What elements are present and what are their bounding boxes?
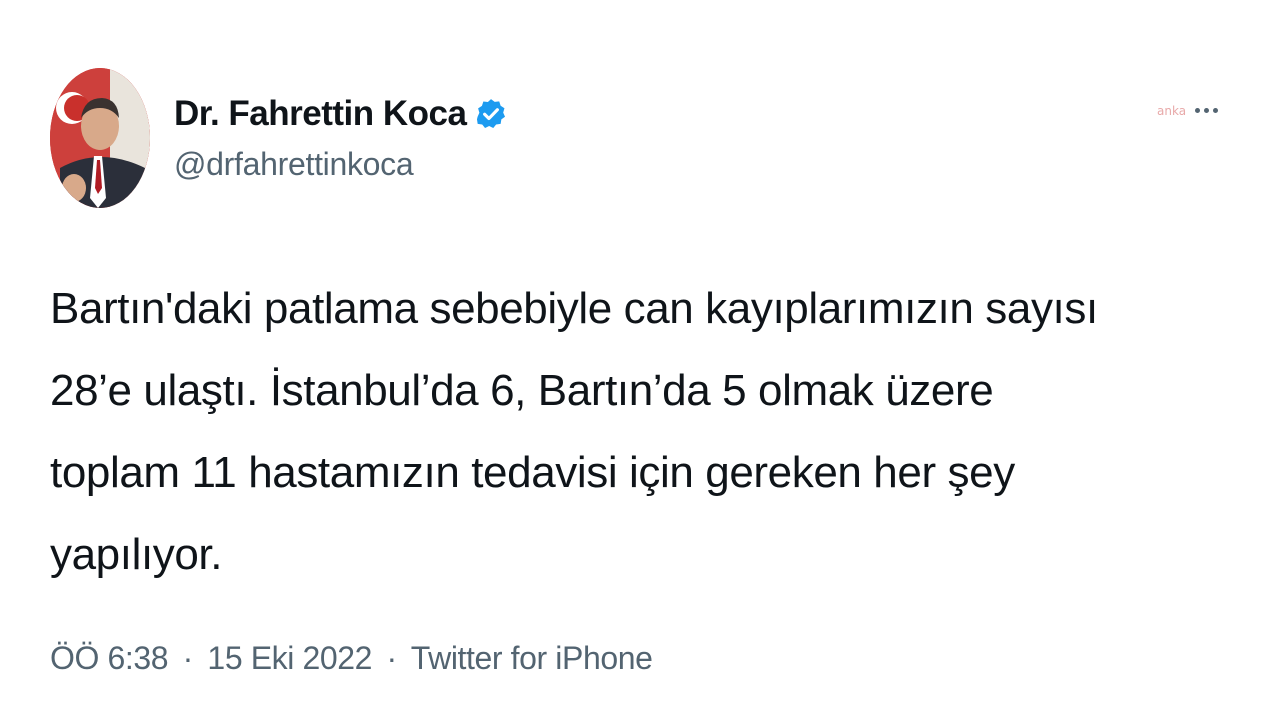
tweet-meta: ÖÖ 6:38 · 15 Eki 2022 · Twitter for iPho… bbox=[50, 640, 653, 677]
tweet-text: Bartın'daki patlama sebebiyle can kayıpl… bbox=[50, 268, 1230, 596]
tweet-header: Dr. Fahrettin Koca @drfahrettinkoca bbox=[50, 68, 508, 208]
author-display-name[interactable]: Dr. Fahrettin Koca bbox=[174, 94, 467, 134]
tweet-text-line: 28’e ulaştı. İstanbul’da 6, Bartın’da 5 … bbox=[50, 366, 994, 415]
meta-separator: · bbox=[182, 640, 194, 676]
avatar[interactable] bbox=[50, 68, 150, 208]
verified-badge-icon bbox=[474, 97, 508, 131]
meta-separator: · bbox=[386, 640, 398, 676]
tweet-text-line: Bartın'daki patlama sebebiyle can kayıpl… bbox=[50, 284, 1098, 333]
tweet-date[interactable]: 15 Eki 2022 bbox=[207, 640, 372, 676]
avatar-image bbox=[50, 68, 150, 208]
tweet-text-line: yapılıyor. bbox=[50, 530, 223, 579]
name-row: Dr. Fahrettin Koca bbox=[174, 94, 508, 134]
tweet-text-line: toplam 11 hastamızın tedavisi için gerek… bbox=[50, 448, 1015, 497]
more-options-button[interactable] bbox=[1158, 96, 1218, 124]
tweet-card: Dr. Fahrettin Koca @drfahrettinkoca anka… bbox=[0, 0, 1280, 720]
tweet-source[interactable]: Twitter for iPhone bbox=[411, 640, 653, 676]
tweet-time[interactable]: ÖÖ 6:38 bbox=[50, 640, 169, 676]
author-handle[interactable]: @drfahrettinkoca bbox=[174, 146, 508, 183]
more-horizontal-icon bbox=[1195, 107, 1218, 113]
author-identity: Dr. Fahrettin Koca @drfahrettinkoca bbox=[174, 94, 508, 183]
